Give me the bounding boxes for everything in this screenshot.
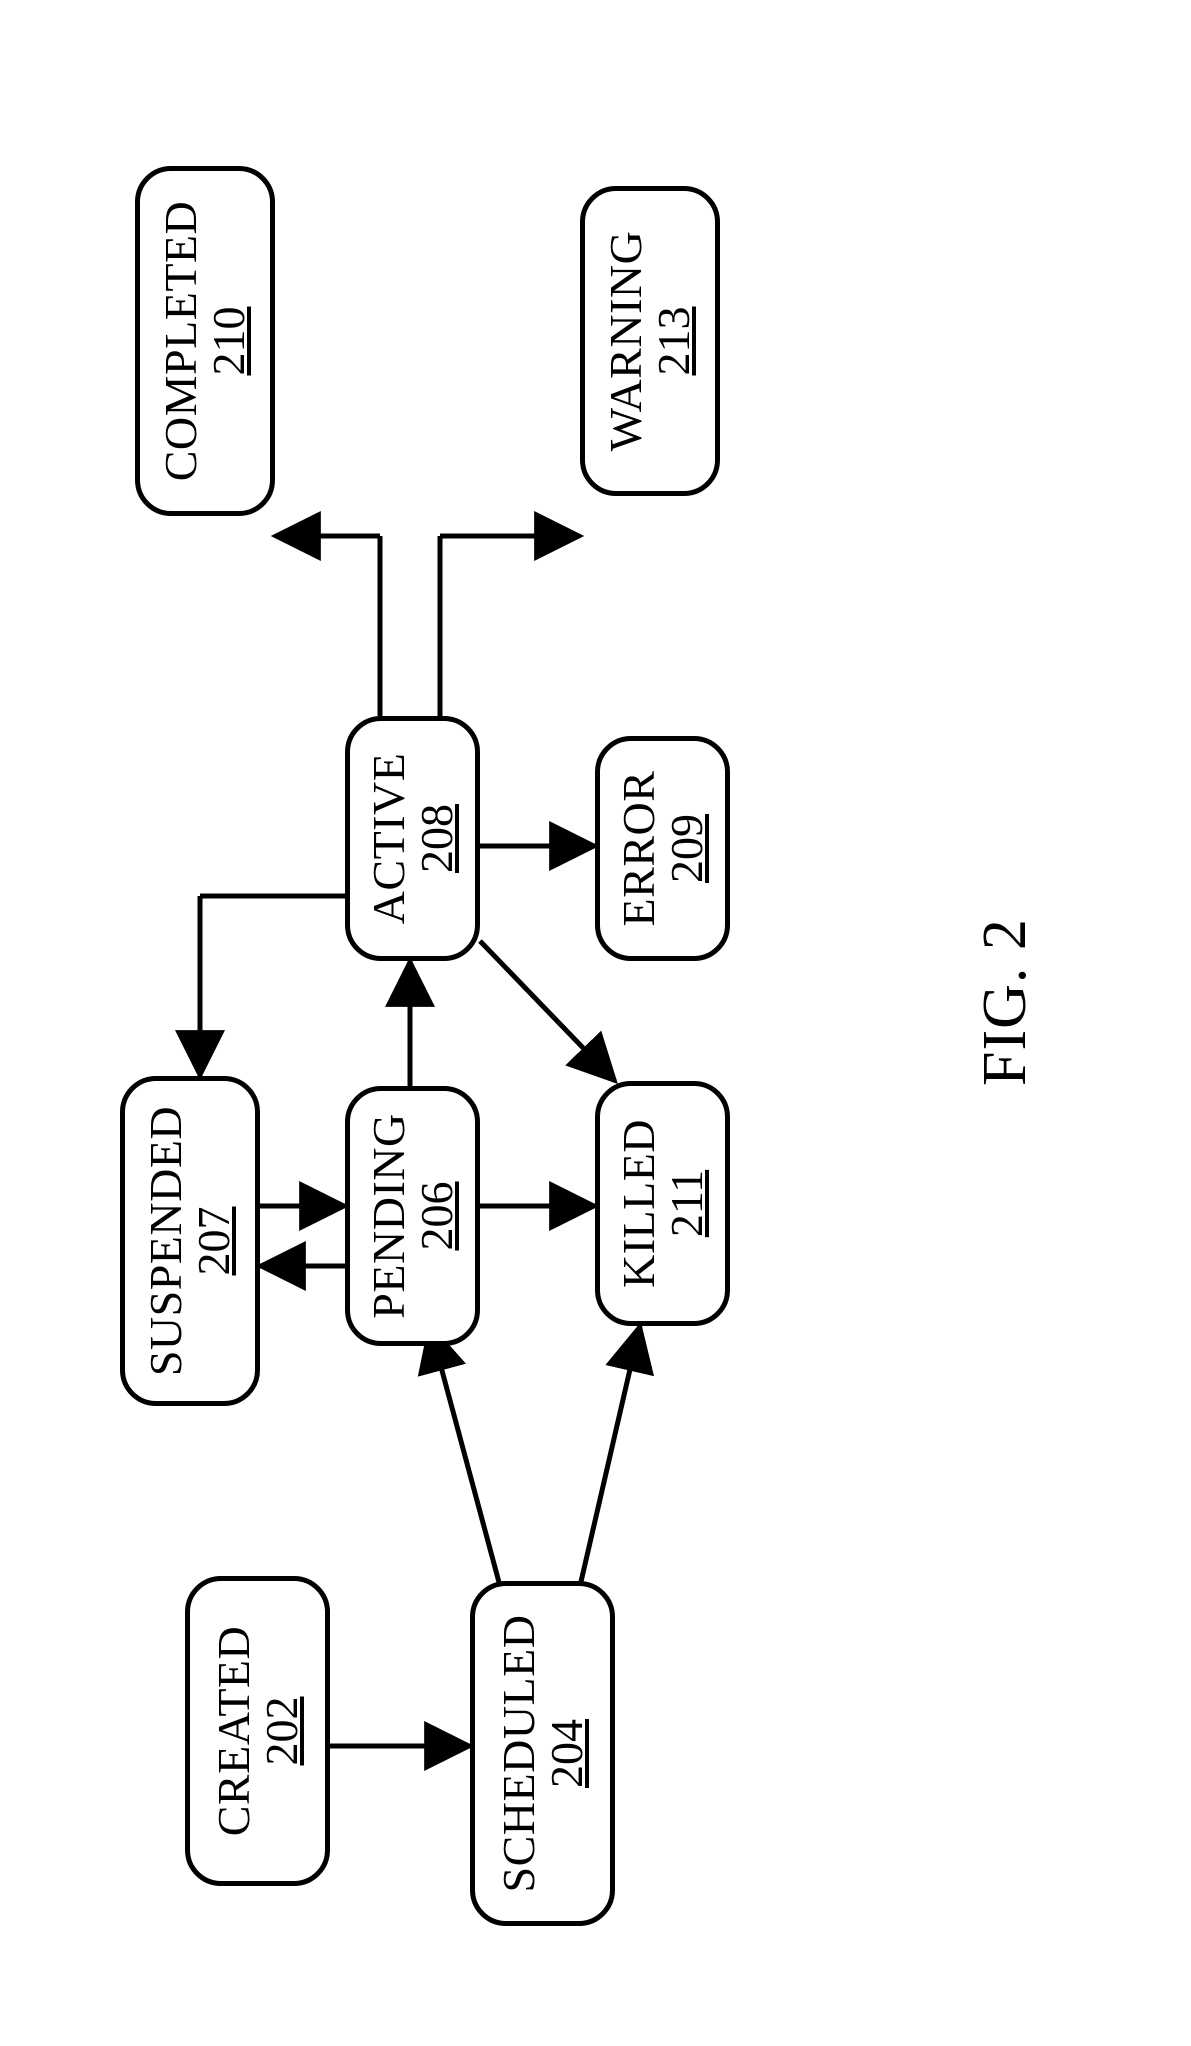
node-warning: WARNING 213 bbox=[580, 186, 720, 496]
node-active-ref: 208 bbox=[414, 804, 460, 873]
node-killed-ref: 211 bbox=[664, 1170, 710, 1237]
node-warning-ref: 213 bbox=[651, 307, 697, 376]
node-active: ACTIVE 208 bbox=[345, 716, 480, 961]
node-scheduled-label: SCHEDULED bbox=[496, 1615, 542, 1893]
node-scheduled-ref: 204 bbox=[544, 1719, 590, 1788]
node-error-label: ERROR bbox=[616, 771, 662, 927]
node-completed: COMPLETED 210 bbox=[135, 166, 275, 516]
node-suspended: SUSPENDED 207 bbox=[120, 1076, 260, 1406]
node-killed-label: KILLED bbox=[616, 1119, 662, 1288]
node-warning-label: WARNING bbox=[603, 231, 649, 452]
node-suspended-ref: 207 bbox=[191, 1207, 237, 1276]
node-active-label: ACTIVE bbox=[366, 753, 412, 925]
node-suspended-label: SUSPENDED bbox=[143, 1106, 189, 1376]
figure-caption: FIG. 2 bbox=[970, 918, 1041, 1086]
node-created: CREATED 202 bbox=[185, 1576, 330, 1886]
diagram-canvas: CREATED 202 SCHEDULED 204 SUSPENDED 207 … bbox=[0, 0, 1191, 2046]
node-created-label: CREATED bbox=[211, 1626, 257, 1837]
node-completed-ref: 210 bbox=[206, 307, 252, 376]
node-pending-ref: 206 bbox=[414, 1182, 460, 1251]
node-error-ref: 209 bbox=[664, 814, 710, 883]
node-created-ref: 202 bbox=[259, 1697, 305, 1766]
node-pending: PENDING 206 bbox=[345, 1086, 480, 1346]
node-completed-label: COMPLETED bbox=[158, 201, 204, 482]
rotated-stage: CREATED 202 SCHEDULED 204 SUSPENDED 207 … bbox=[0, 0, 1191, 2046]
node-scheduled: SCHEDULED 204 bbox=[470, 1581, 615, 1926]
node-error: ERROR 209 bbox=[595, 736, 730, 961]
node-killed: KILLED 211 bbox=[595, 1081, 730, 1326]
node-pending-label: PENDING bbox=[366, 1113, 412, 1318]
